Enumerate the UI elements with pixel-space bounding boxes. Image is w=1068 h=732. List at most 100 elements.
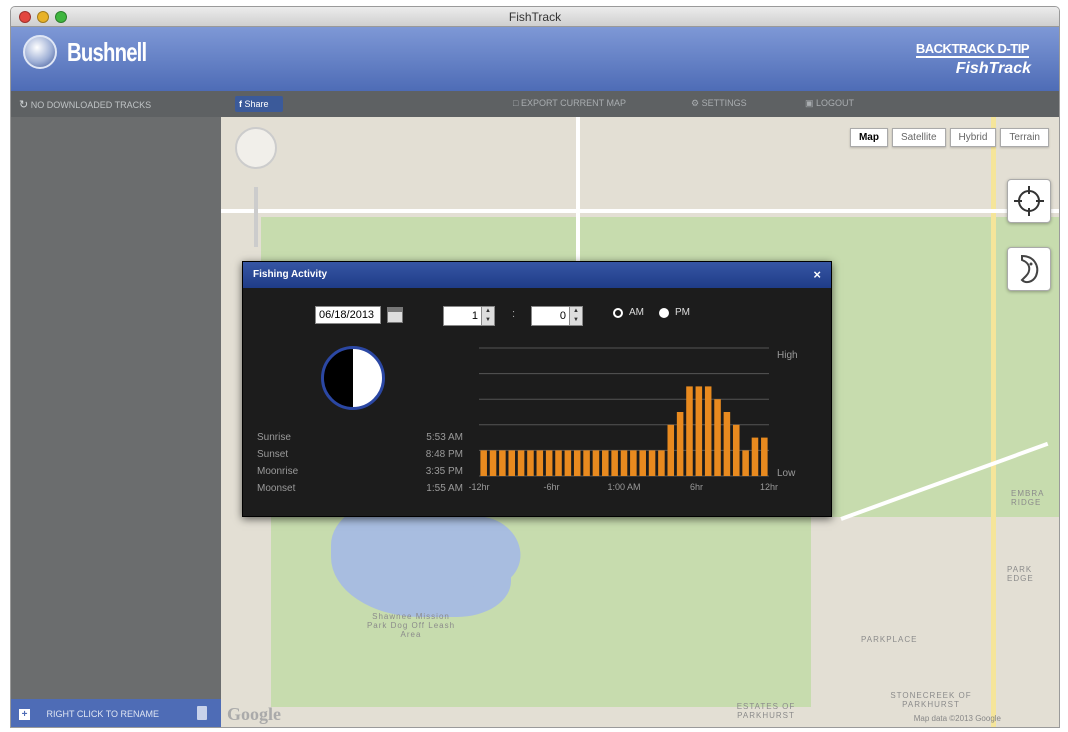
sidebar-header-text: NO DOWNLOADED TRACKS xyxy=(30,100,152,110)
map-label-parkplace: PARKPLACE xyxy=(861,635,918,644)
app-window: FishTrack Bushnell BACKTRACK D-TIP FishT… xyxy=(10,6,1060,728)
locate-crosshair-button[interactable] xyxy=(1007,179,1051,223)
calendar-icon[interactable] xyxy=(387,307,403,323)
activity-bar xyxy=(583,450,590,476)
activity-bar xyxy=(602,450,609,476)
activity-bar xyxy=(742,450,749,476)
settings-button[interactable]: ⚙ SETTINGS xyxy=(691,98,747,109)
brand-name: Bushnell xyxy=(67,37,147,67)
x-tick-label: 12hr xyxy=(760,482,778,492)
sidebar-footer-text: RIGHT CLICK TO RENAME xyxy=(46,709,160,719)
activity-bar xyxy=(480,450,487,476)
close-icon[interactable]: × xyxy=(813,267,821,282)
activity-bar xyxy=(592,450,600,476)
activity-bar xyxy=(517,450,525,476)
refresh-icon[interactable]: ↻ xyxy=(19,99,28,111)
activity-bar xyxy=(751,437,759,476)
activity-bar xyxy=(714,399,721,476)
hour-input[interactable] xyxy=(444,307,482,325)
dialog-title: Fishing Activity xyxy=(253,269,328,280)
map-label-park: Shawnee Mission Park Dog Off Leash Area xyxy=(366,612,456,639)
activity-bar xyxy=(667,424,675,476)
moon-phase-icon xyxy=(321,346,385,410)
trash-icon[interactable] xyxy=(197,706,207,720)
minute-up-icon[interactable]: ▲ xyxy=(569,307,582,316)
map-type-map[interactable]: Map xyxy=(849,128,888,147)
map-type-hybrid[interactable]: Hybrid xyxy=(949,128,997,147)
sunset-value: 8:48 PM xyxy=(425,449,463,460)
minute-stepper[interactable]: ▲ ▼ xyxy=(531,306,583,326)
activity-bar xyxy=(527,450,534,476)
activity-bar xyxy=(620,450,628,476)
fishing-activity-button[interactable] xyxy=(1007,247,1051,291)
time-separator: : xyxy=(512,308,516,320)
x-tick-label: 1:00 AM xyxy=(607,482,640,492)
activity-bar xyxy=(761,437,768,476)
x-tick-label: 6hr xyxy=(690,482,703,492)
map-type-satellite[interactable]: Satellite xyxy=(891,128,946,147)
sidebar-footer: + RIGHT CLICK TO RENAME xyxy=(11,699,221,727)
activity-bar xyxy=(508,450,516,476)
moonrise-label: Moonrise xyxy=(257,466,299,477)
moonset-label: Moonset xyxy=(257,483,296,494)
x-tick-label: -6hr xyxy=(543,482,559,492)
fishing-activity-dialog: Fishing Activity × ▲ ▼ : ▲ ▼ AM PM Sunri… xyxy=(242,261,832,517)
window-title: FishTrack xyxy=(508,10,562,24)
activity-bar xyxy=(630,450,637,476)
map-label-park-edge: PARK EDGE xyxy=(1007,565,1034,583)
activity-bar xyxy=(648,450,656,476)
activity-bar xyxy=(545,450,553,476)
y-tick-high: High xyxy=(777,350,798,361)
zoom-slider[interactable] xyxy=(254,187,258,247)
logout-button[interactable]: ▣ LOGOUT xyxy=(805,98,854,109)
hour-down-icon[interactable]: ▼ xyxy=(481,316,494,325)
product-logo-line1: BACKTRACK D-TIP xyxy=(915,41,1030,58)
fish-icon xyxy=(1020,254,1039,284)
fishing-activity-chart: High Low -12hr -6hr 1:00 AM 6hr 12hr xyxy=(469,347,798,492)
product-logo-line2: FishTrack xyxy=(955,60,1031,77)
app-header: Bushnell BACKTRACK D-TIP FishTrack xyxy=(11,27,1059,91)
activity-bar xyxy=(695,386,703,476)
activity-bar xyxy=(611,450,618,476)
activity-bar xyxy=(499,450,506,476)
sunrise-label: Sunrise xyxy=(257,432,291,443)
moonset-value: 1:55 AM xyxy=(426,483,463,494)
minute-down-icon[interactable]: ▼ xyxy=(569,316,582,325)
map-type-switcher: Map Satellite Hybrid Terrain xyxy=(846,128,1049,147)
activity-bar xyxy=(555,450,562,476)
activity-bar xyxy=(704,386,712,476)
map-label-estates: ESTATES OF PARKHURST xyxy=(736,702,796,720)
activity-bar xyxy=(536,450,544,476)
title-bar: FishTrack xyxy=(11,7,1059,27)
hour-up-icon[interactable]: ▲ xyxy=(481,307,494,316)
dialog-header: Fishing Activity × xyxy=(243,262,831,288)
crosshair-icon xyxy=(1014,186,1044,216)
pan-control[interactable] xyxy=(235,127,277,169)
toolbar: f Share □ EXPORT CURRENT MAP ⚙ SETTINGS … xyxy=(221,91,1059,117)
activity-bar xyxy=(686,386,693,476)
hour-stepper[interactable]: ▲ ▼ xyxy=(443,306,495,326)
activity-bar xyxy=(676,412,684,476)
sidebar: ↻ NO DOWNLOADED TRACKS + RIGHT CLICK TO … xyxy=(11,91,221,727)
minute-input[interactable] xyxy=(532,307,570,325)
google-logo: Google xyxy=(227,704,281,724)
moonrise-value: 3:35 PM xyxy=(425,466,463,477)
activity-bar xyxy=(573,450,581,476)
activity-bar xyxy=(489,450,497,476)
bushnell-logo-icon xyxy=(23,35,57,69)
facebook-share-button[interactable]: f Share xyxy=(235,96,283,112)
export-map-button[interactable]: □ EXPORT CURRENT MAP xyxy=(513,98,626,108)
pm-radio[interactable] xyxy=(659,308,669,318)
activity-bar xyxy=(564,450,572,476)
add-icon[interactable]: + xyxy=(19,709,30,720)
date-input[interactable] xyxy=(315,306,381,324)
am-radio[interactable] xyxy=(613,308,623,318)
sidebar-header: ↻ NO DOWNLOADED TRACKS xyxy=(11,91,221,117)
map-attribution: Map data ©2013 Google xyxy=(913,714,1001,723)
map-label-stonecreek: STONECREEK OF PARKHURST xyxy=(890,691,972,709)
activity-bar xyxy=(658,450,665,476)
am-label: AM xyxy=(629,307,644,318)
activity-bar xyxy=(639,450,646,476)
map-type-terrain[interactable]: Terrain xyxy=(1000,128,1049,147)
activity-bar xyxy=(732,424,740,476)
